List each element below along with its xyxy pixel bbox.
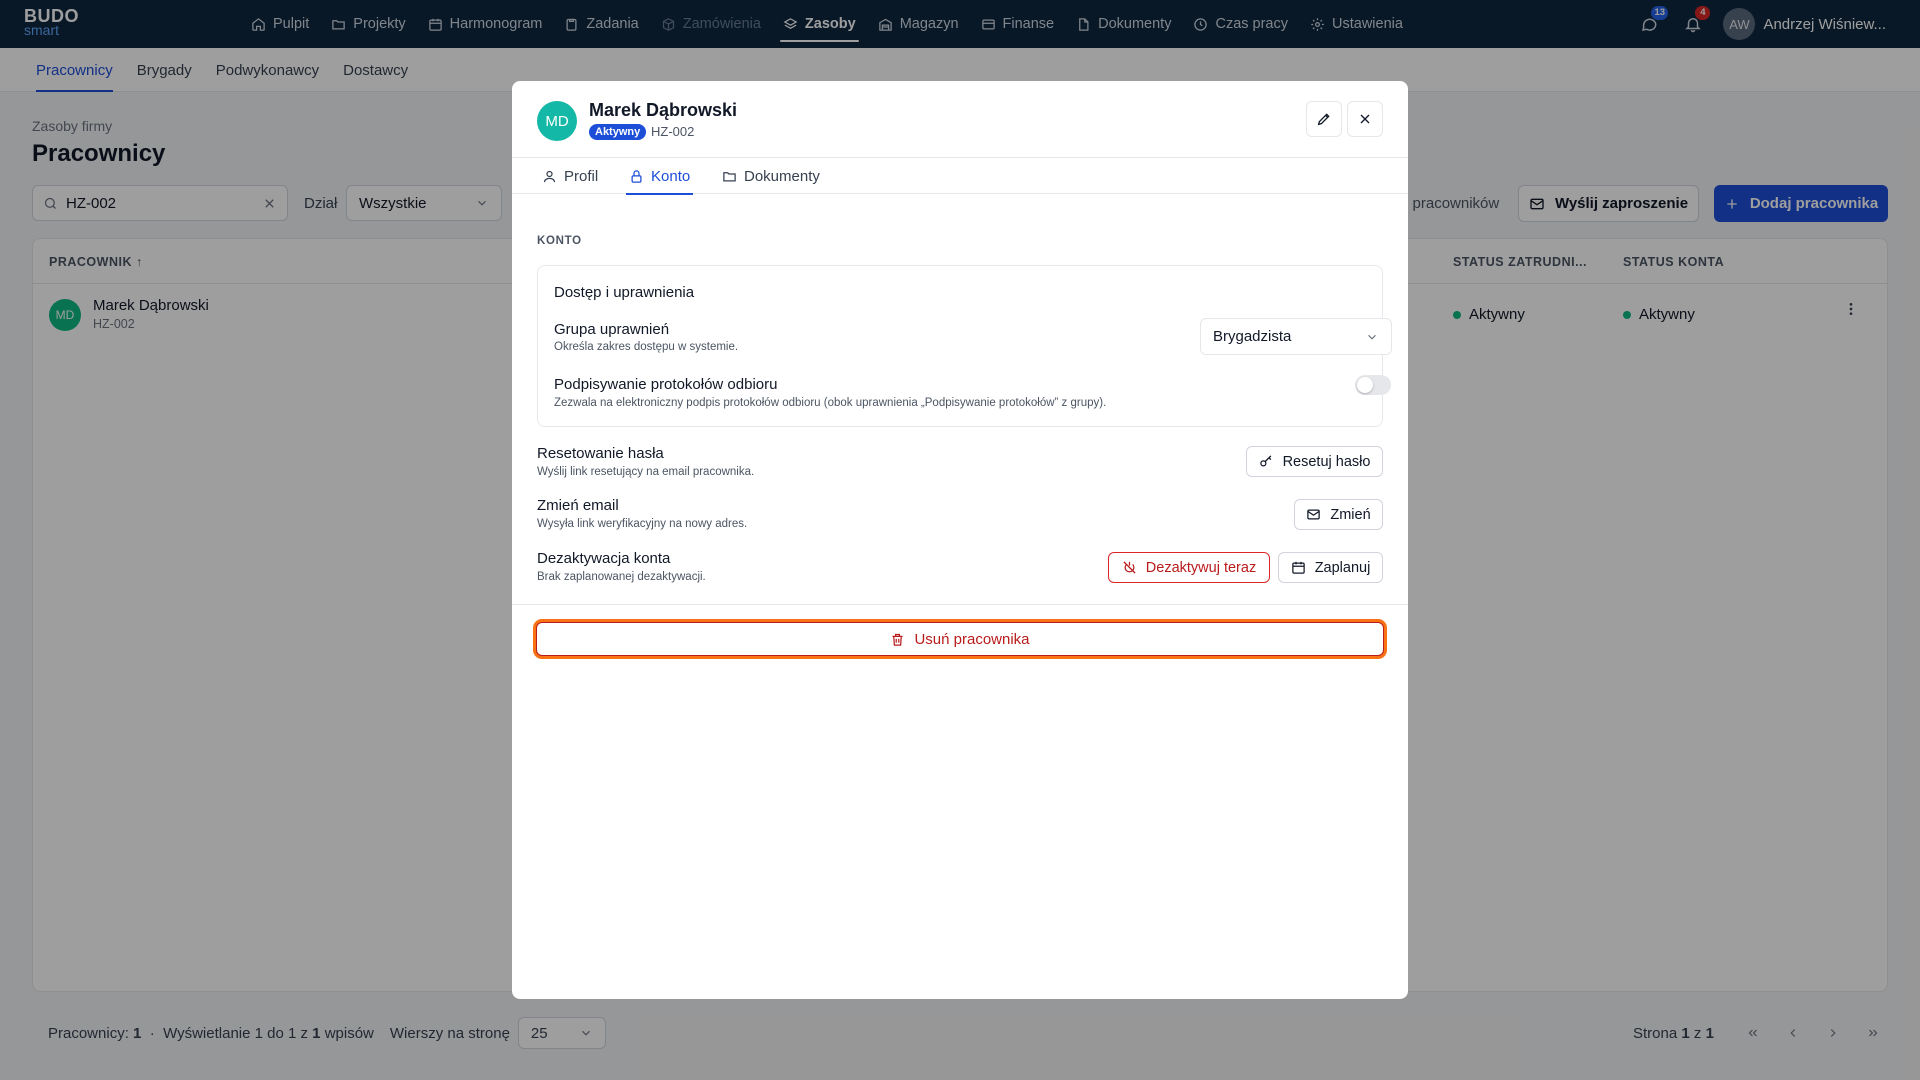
status-badge: Aktywny: [589, 124, 647, 140]
tab-dokumenty[interactable]: Dokumenty: [722, 158, 820, 194]
section-label: KONTO: [537, 235, 582, 247]
signing-description: Zezwala na elektroniczny podpis protokoł…: [554, 397, 1107, 409]
mail-icon: [1307, 509, 1321, 520]
tab-label: Konto: [651, 167, 691, 185]
reset-password-label: Resetuj hasło: [1282, 453, 1371, 470]
modal-tabs: Profil Konto Dokumenty: [512, 157, 1408, 195]
tab-profil[interactable]: Profil: [542, 158, 598, 194]
close-icon: [1360, 114, 1370, 124]
schedule-deactivation-button[interactable]: Zaplanuj: [1278, 552, 1383, 583]
delete-employee-button[interactable]: Usuń pracownika: [536, 622, 1384, 656]
user-icon: [543, 170, 556, 182]
deactivate-now-label: Dezaktywuj teraz: [1145, 559, 1257, 576]
change-email-title: Zmień email: [537, 497, 619, 514]
signing-title: Podpisywanie protokołów odbioru: [554, 376, 778, 393]
tab-konto[interactable]: Konto: [626, 158, 694, 195]
trash-icon: [892, 633, 903, 646]
employee-code: HZ-002: [651, 124, 695, 139]
card-title: Dostęp i uprawnienia: [554, 284, 695, 301]
access-permissions-card: Dostęp i uprawnienia Grupa uprawnień Okr…: [537, 265, 1392, 427]
employee-name: Marek Dąbrowski: [589, 100, 738, 120]
edit-button[interactable]: [1306, 101, 1342, 137]
signing-toggle[interactable]: [1355, 375, 1391, 395]
employee-modal: MD Marek Dąbrowski Aktywny HZ-002 Profil…: [512, 81, 1408, 999]
employee-avatar: MD: [537, 101, 577, 141]
permission-group-select[interactable]: Brygadzista: [1200, 318, 1392, 355]
change-email-description: Wysyła link weryfikacyjny na nowy adres.: [537, 518, 748, 530]
deactivation-description: Brak zaplanowanej dezaktywacji.: [537, 571, 706, 583]
password-reset-description: Wyślij link resetujący na email pracowni…: [537, 466, 755, 478]
change-email-button[interactable]: Zmień: [1294, 499, 1383, 530]
delete-employee-label: Usuń pracownika: [914, 630, 1030, 648]
power-off-icon: [1123, 561, 1136, 574]
permission-group-value: Brygadzista: [1213, 328, 1292, 345]
tab-label: Profil: [564, 167, 599, 185]
section-divider: [512, 604, 1408, 605]
tab-label: Dokumenty: [744, 167, 820, 185]
chevron-down-icon: [1368, 334, 1376, 340]
role-description: Określa zakres dostępu w systemie.: [554, 341, 739, 353]
role-title: Grupa uprawnień: [554, 321, 670, 338]
schedule-label: Zaplanuj: [1314, 559, 1371, 576]
close-button[interactable]: [1347, 101, 1383, 137]
reset-password-button[interactable]: Resetuj hasło: [1246, 446, 1383, 477]
folder-icon: [723, 171, 736, 181]
deactivation-title: Dezaktywacja konta: [537, 550, 671, 567]
password-reset-title: Resetowanie hasła: [537, 445, 664, 462]
pencil-icon: [1317, 113, 1330, 126]
change-email-label: Zmień: [1330, 506, 1371, 523]
key-icon: [1259, 455, 1271, 467]
deactivate-now-button[interactable]: Dezaktywuj teraz: [1108, 552, 1270, 583]
calendar-icon: [1291, 561, 1305, 574]
lock-icon: [631, 169, 642, 183]
